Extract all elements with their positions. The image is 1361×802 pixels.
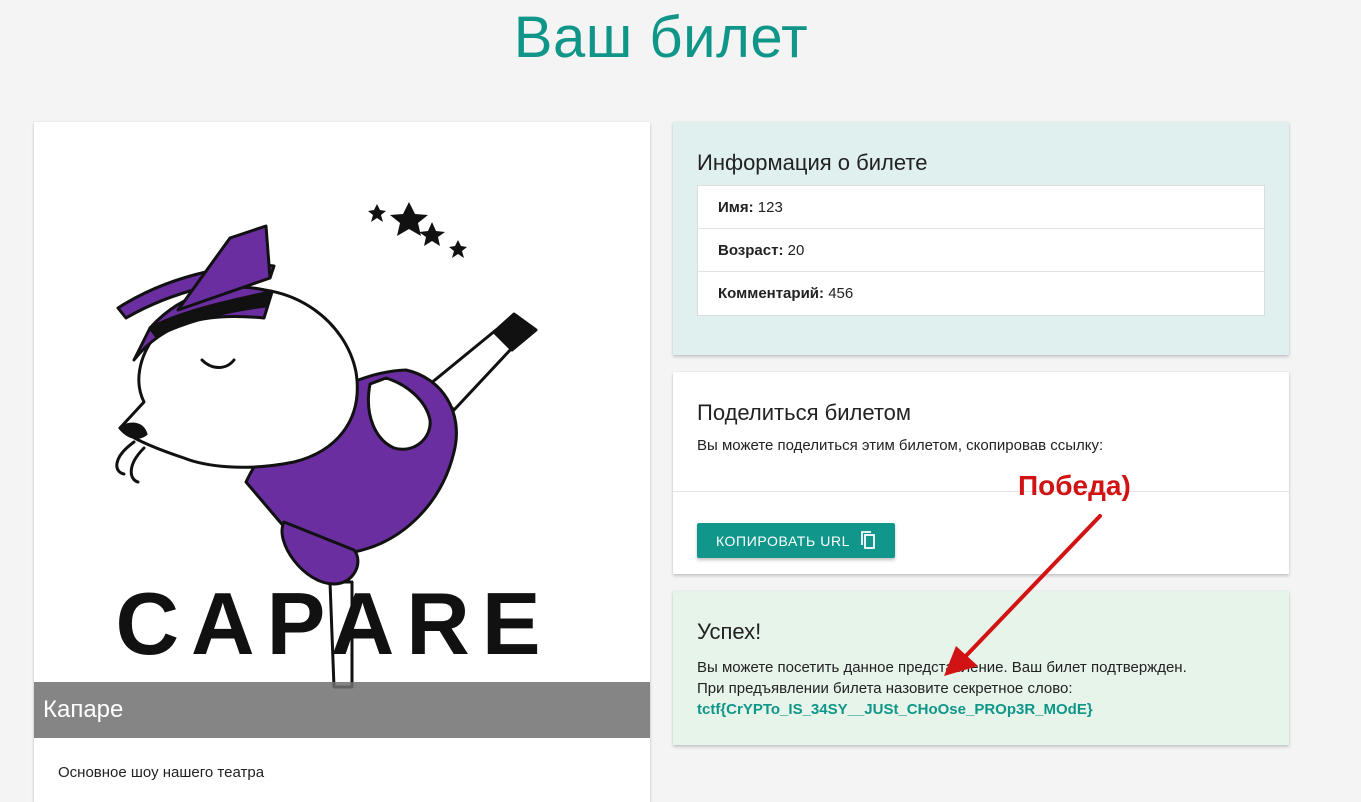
field-label: Комментарий: xyxy=(718,285,825,302)
page-title: Ваш билет xyxy=(513,5,809,70)
capare-logo-text: CAPARE xyxy=(115,574,552,673)
success-title: Успех! xyxy=(697,619,762,644)
show-title: Капаре xyxy=(34,682,650,738)
show-card: CAPARE Капаре Основное шоу нашего театра xyxy=(34,122,650,802)
field-value: 20 xyxy=(787,242,805,259)
content-copy-icon xyxy=(861,531,875,549)
annotation-label: Победа) xyxy=(1018,470,1131,501)
ticket-field-age: Возраст: 20 xyxy=(698,229,1264,272)
field-label: Возраст: xyxy=(718,242,784,259)
ticket-field-name: Имя: 123 xyxy=(698,186,1264,229)
ticket-info-card: Информация о билете Имя: 123 Возраст: 20… xyxy=(673,122,1289,355)
secret-word: tctf{CrYPTo_IS_34SY__JUSt_CHoOse_PROp3R_… xyxy=(697,701,1093,718)
ticket-field-comment: Комментарий: 456 xyxy=(698,272,1264,315)
success-message: Вы можете посетить данное представление.… xyxy=(697,657,1187,699)
divider xyxy=(673,491,1289,492)
share-card: Поделиться билетом Вы можете поделиться … xyxy=(673,372,1289,574)
ticket-info-list: Имя: 123 Возраст: 20 Комментарий: 456 xyxy=(697,185,1265,316)
show-description: Основное шоу нашего театра xyxy=(58,764,265,781)
capare-poster-image: CAPARE xyxy=(34,122,650,738)
share-title: Поделиться билетом xyxy=(697,400,912,425)
share-instructions: Вы можете поделиться этим билетом, скопи… xyxy=(697,437,1104,454)
success-card: Успех! Вы можете посетить данное предста… xyxy=(673,591,1289,745)
field-label: Имя: xyxy=(718,199,754,216)
copy-url-button[interactable]: КОПИРОВАТЬ URL xyxy=(697,523,895,558)
ticket-info-title: Информация о билете xyxy=(697,150,928,175)
success-line-2: При предъявлении билета назовите секретн… xyxy=(697,680,1073,697)
success-line-1: Вы можете посетить данное представление.… xyxy=(697,659,1187,676)
field-value: 123 xyxy=(757,199,783,216)
field-value: 456 xyxy=(828,285,854,302)
copy-url-label: КОПИРОВАТЬ URL xyxy=(715,532,851,549)
